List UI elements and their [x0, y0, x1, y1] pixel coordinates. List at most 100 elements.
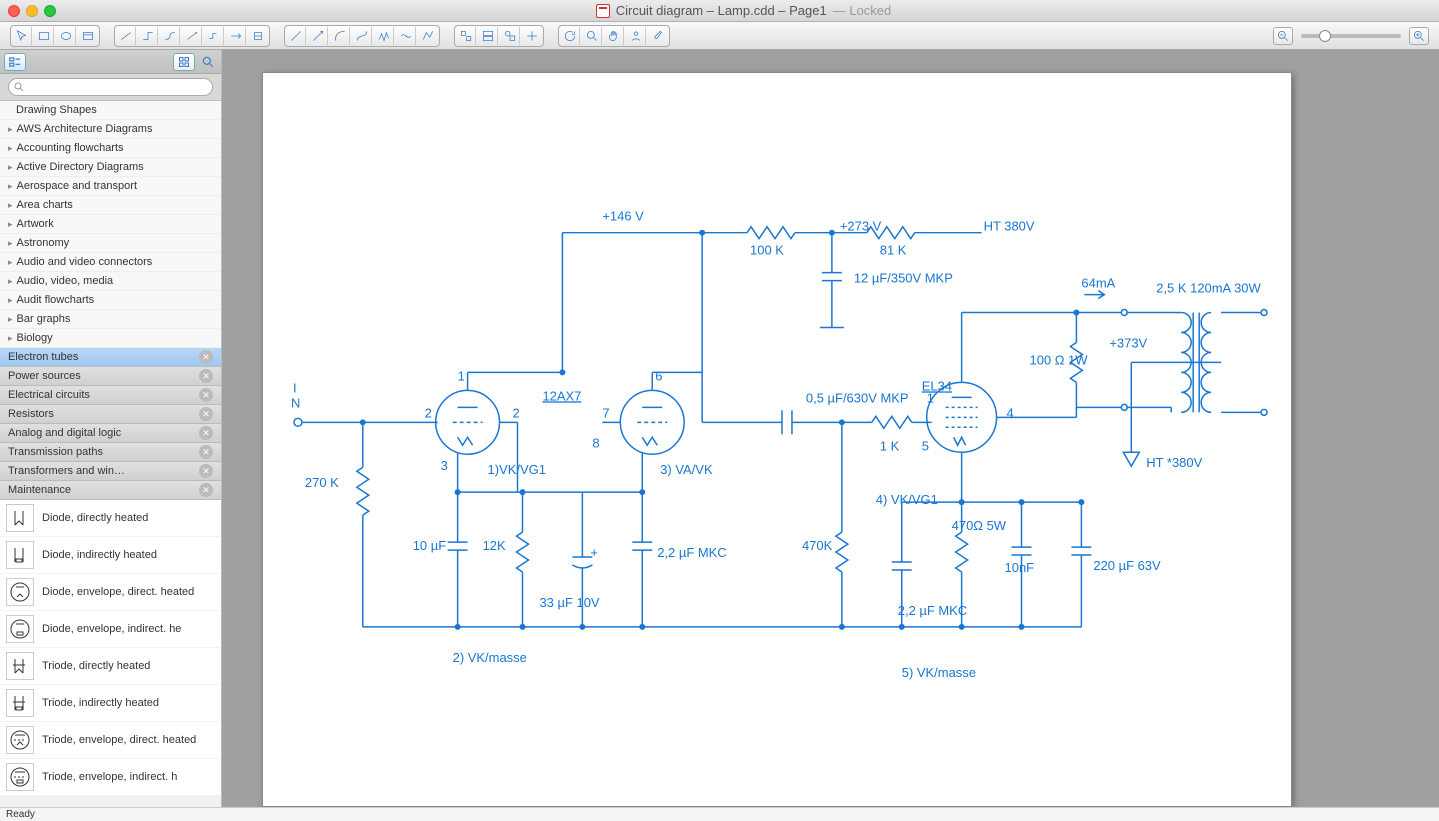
close-icon[interactable] [8, 5, 20, 17]
sidebar-category[interactable]: Artwork [0, 215, 221, 234]
grid-view-icon[interactable] [173, 53, 195, 71]
line-7[interactable] [418, 27, 438, 45]
library-name: Electron tubes [8, 351, 78, 363]
svg-text:3) VA/VK: 3) VA/VK [660, 462, 713, 477]
shape-item[interactable]: Diode, directly heated [0, 500, 221, 537]
rect-tool[interactable] [34, 27, 54, 45]
close-library-icon[interactable]: ✕ [199, 388, 213, 402]
svg-text:N: N [291, 395, 300, 410]
connector-2[interactable] [138, 27, 158, 45]
text-tool[interactable] [78, 27, 98, 45]
close-library-icon[interactable]: ✕ [199, 350, 213, 364]
svg-text:6: 6 [655, 368, 662, 383]
shape-list: Diode, directly heated Diode, indirectly … [0, 500, 221, 796]
status-text: Ready [6, 809, 35, 820]
connector-5[interactable] [204, 27, 224, 45]
sidebar-category[interactable]: AWS Architecture Diagrams [0, 120, 221, 139]
svg-text:12K: 12K [483, 538, 506, 553]
maximize-icon[interactable] [44, 5, 56, 17]
shape-label: Diode, envelope, indirect. he [42, 623, 181, 635]
library-list[interactable]: Drawing ShapesAWS Architecture DiagramsA… [0, 101, 221, 807]
sidebar-category[interactable]: Area charts [0, 196, 221, 215]
svg-text:+273 V: +273 V [840, 219, 882, 234]
shape-item[interactable]: Diode, envelope, indirect. he [0, 611, 221, 648]
sidebar-category[interactable]: Bar graphs [0, 310, 221, 329]
shape-item[interactable]: Triode, envelope, direct. heated [0, 722, 221, 759]
arrange-1[interactable] [456, 27, 476, 45]
zoom-out-icon[interactable] [1273, 27, 1293, 45]
line-6[interactable] [396, 27, 416, 45]
svg-text:0,5 µF/630V MKP: 0,5 µF/630V MKP [806, 390, 909, 405]
sidebar-category[interactable]: Audio, video, media [0, 272, 221, 291]
shape-item[interactable]: Triode, envelope, indirect. h [0, 759, 221, 796]
sidebar-category[interactable]: Accounting flowcharts [0, 139, 221, 158]
svg-text:4) VK/VG1: 4) VK/VG1 [876, 492, 938, 507]
shape-label: Triode, directly heated [42, 660, 150, 672]
sidebar-search [0, 74, 221, 101]
zoom-in-icon[interactable] [1409, 27, 1429, 45]
person-icon[interactable] [626, 27, 646, 45]
connector-6[interactable] [226, 27, 246, 45]
ellipse-tool[interactable] [56, 27, 76, 45]
search-icon[interactable] [199, 53, 217, 71]
search-input[interactable] [8, 78, 213, 96]
svg-text:4: 4 [1007, 405, 1014, 420]
zoom-icon[interactable] [582, 27, 602, 45]
shape-item[interactable]: Diode, indirectly heated [0, 537, 221, 574]
close-library-icon[interactable]: ✕ [199, 483, 213, 497]
sidebar-open-library[interactable]: Electron tubes ✕ [0, 348, 221, 367]
svg-text:64mA: 64mA [1081, 276, 1115, 291]
shape-item[interactable]: Diode, envelope, direct. heated [0, 574, 221, 611]
close-library-icon[interactable]: ✕ [199, 445, 213, 459]
refresh-icon[interactable] [560, 27, 580, 45]
arrange-3[interactable] [500, 27, 520, 45]
sidebar-open-library[interactable]: Analog and digital logic✕ [0, 424, 221, 443]
sidebar-category[interactable]: Audit flowcharts [0, 291, 221, 310]
canvas-area[interactable]: I N 270 K 12AX7 [222, 50, 1439, 807]
drawing-page[interactable]: I N 270 K 12AX7 [262, 72, 1292, 807]
zoom-slider[interactable] [1301, 34, 1401, 38]
sidebar-category[interactable]: Active Directory Diagrams [0, 158, 221, 177]
sidebar-category[interactable]: Biology [0, 329, 221, 348]
library-tab-icon[interactable] [4, 53, 26, 71]
toolbar [0, 22, 1439, 50]
close-library-icon[interactable]: ✕ [199, 369, 213, 383]
sidebar-open-library[interactable]: Transmission paths✕ [0, 443, 221, 462]
connector-7[interactable] [248, 27, 268, 45]
close-library-icon[interactable]: ✕ [199, 464, 213, 478]
shape-item[interactable]: Triode, indirectly heated [0, 685, 221, 722]
sidebar-category[interactable]: Aerospace and transport [0, 177, 221, 196]
sidebar-open-library[interactable]: Power sources✕ [0, 367, 221, 386]
connector-3[interactable] [160, 27, 180, 45]
sidebar-category[interactable]: Drawing Shapes [0, 101, 221, 120]
arrange-2[interactable] [478, 27, 498, 45]
svg-text:3: 3 [441, 458, 448, 473]
line-1[interactable] [286, 27, 306, 45]
svg-text:5) VK/masse: 5) VK/masse [902, 665, 976, 680]
dropper-icon[interactable] [648, 27, 668, 45]
sidebar-header [0, 50, 221, 74]
sidebar-open-library[interactable]: Maintenance✕ [0, 481, 221, 500]
line-5[interactable] [374, 27, 394, 45]
sidebar-category[interactable]: Audio and video connectors [0, 253, 221, 272]
sidebar-open-library[interactable]: Transformers and win…✕ [0, 462, 221, 481]
hand-icon[interactable] [604, 27, 624, 45]
sidebar-open-library[interactable]: Resistors✕ [0, 405, 221, 424]
pointer-tool[interactable] [12, 27, 32, 45]
svg-text:470Ω 5W: 470Ω 5W [952, 518, 1007, 533]
zoom-thumb[interactable] [1319, 30, 1331, 42]
sidebar-category[interactable]: Astronomy [0, 234, 221, 253]
arrange-4[interactable] [522, 27, 542, 45]
line-2[interactable] [308, 27, 328, 45]
svg-text:12AX7: 12AX7 [542, 388, 581, 403]
shape-label: Diode, directly heated [42, 512, 148, 524]
sidebar-open-library[interactable]: Electrical circuits✕ [0, 386, 221, 405]
close-library-icon[interactable]: ✕ [199, 407, 213, 421]
connector-4[interactable] [182, 27, 202, 45]
shape-item[interactable]: Triode, directly heated [0, 648, 221, 685]
minimize-icon[interactable] [26, 5, 38, 17]
line-3[interactable] [330, 27, 350, 45]
line-4[interactable] [352, 27, 372, 45]
connector-1[interactable] [116, 27, 136, 45]
close-library-icon[interactable]: ✕ [199, 426, 213, 440]
